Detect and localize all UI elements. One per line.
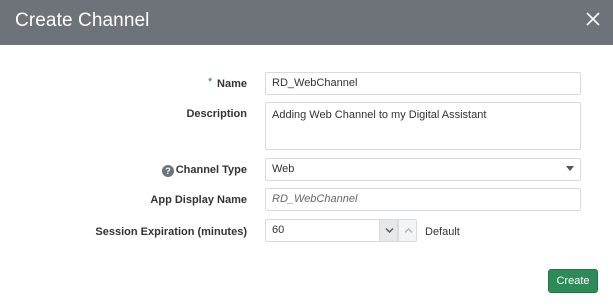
channel-type-label: Channel Type (175, 164, 247, 176)
description-textarea[interactable]: Adding Web Channel to my Digital Assista… (265, 102, 581, 150)
create-channel-dialog: Create Channel * Name RD_WebChannel Desc… (0, 0, 613, 306)
channel-type-selected-value: Web (272, 163, 295, 175)
session-expiration-input[interactable]: 60 (265, 219, 380, 242)
name-input[interactable]: RD_WebChannel (265, 72, 581, 95)
increment-button[interactable] (398, 219, 417, 242)
required-marker: * (208, 76, 213, 88)
app-display-name-input[interactable]: RD_WebChannel (265, 188, 581, 211)
create-button[interactable]: Create (548, 269, 598, 293)
channel-type-select[interactable]: Web (265, 158, 581, 181)
description-label: Description (186, 108, 247, 120)
chevron-down-icon (385, 228, 394, 233)
session-expiration-label: Session Expiration (minutes) (95, 226, 247, 238)
chevron-down-icon[interactable] (566, 166, 574, 171)
name-label: Name (217, 78, 247, 90)
decrement-button[interactable] (379, 219, 398, 242)
default-text: Default (425, 226, 460, 238)
chevron-up-icon (404, 228, 413, 233)
app-display-name-label: App Display Name (150, 194, 247, 206)
dialog-title: Create Channel (15, 10, 150, 31)
help-icon[interactable]: ? (162, 165, 174, 177)
dialog-header: Create Channel (0, 0, 613, 45)
close-icon[interactable] (582, 8, 604, 30)
